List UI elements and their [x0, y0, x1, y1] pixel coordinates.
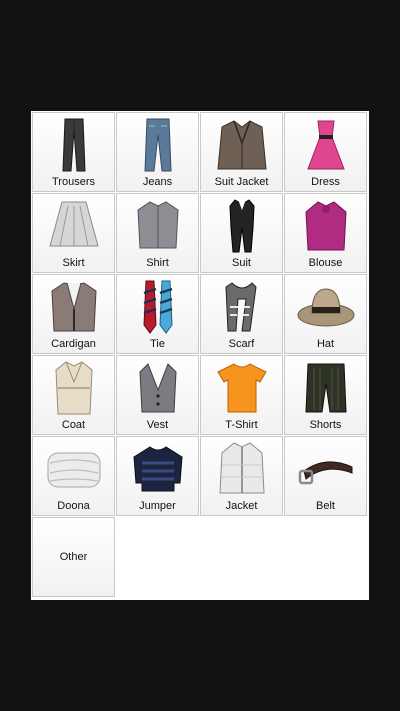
- tile-label: Dress: [311, 176, 340, 188]
- trousers-icon: [62, 118, 86, 172]
- tile-label: Blouse: [308, 257, 343, 269]
- jumper-icon: [133, 446, 183, 492]
- tile-suit[interactable]: Suit: [200, 193, 283, 273]
- tile-trousers[interactable]: Trousers: [32, 112, 115, 192]
- tile-label: Trousers: [52, 176, 95, 188]
- tile-skirt[interactable]: Skirt: [32, 193, 115, 273]
- t-shirt-icon: [217, 363, 267, 413]
- tile-t-shirt[interactable]: T-Shirt: [200, 355, 283, 435]
- tile-label: Suit Jacket: [214, 176, 269, 188]
- tile-doona[interactable]: Doona: [32, 436, 115, 516]
- scarf-icon: [225, 282, 257, 332]
- tile-jeans[interactable]: Jeans: [116, 112, 199, 192]
- shirt-icon: [137, 201, 179, 249]
- tile-label: Skirt: [62, 257, 85, 269]
- tile-shirt[interactable]: Shirt: [116, 193, 199, 273]
- skirt-icon: [49, 201, 99, 247]
- tile-label: Cardigan: [51, 338, 96, 350]
- tile-label: Jumper: [139, 500, 176, 512]
- tile-label: Other: [59, 551, 88, 563]
- doona-icon: [47, 452, 101, 488]
- tile-jacket[interactable]: Jacket: [200, 436, 283, 516]
- belt-icon: [298, 461, 353, 485]
- suit-icon: [229, 199, 255, 253]
- tie-icon: [143, 280, 173, 334]
- coat-icon: [55, 361, 93, 415]
- dress-icon: [307, 120, 345, 170]
- tile-tie[interactable]: Tie: [116, 274, 199, 354]
- hat-icon: [297, 288, 355, 327]
- tile-label: Shirt: [146, 257, 169, 269]
- tile-label: Belt: [316, 500, 335, 512]
- jeans-icon: [144, 118, 172, 172]
- tile-label: Jeans: [142, 176, 173, 188]
- cardigan-icon: [51, 282, 97, 332]
- tile-label: Vest: [146, 419, 169, 431]
- tile-label: Doona: [57, 500, 90, 512]
- tile-cardigan[interactable]: Cardigan: [32, 274, 115, 354]
- tile-label: T-Shirt: [225, 419, 258, 431]
- tile-coat[interactable]: Coat: [32, 355, 115, 435]
- tile-label: Suit: [232, 257, 251, 269]
- vest-icon: [139, 363, 177, 413]
- suit-jacket-icon: [217, 120, 267, 170]
- tile-scarf[interactable]: Scarf: [200, 274, 283, 354]
- tile-label: Jacket: [225, 500, 258, 512]
- tile-label: Shorts: [309, 419, 342, 431]
- clothing-grid: Trousers Jeans Suit Jacket Dress Skirt S…: [32, 112, 367, 597]
- tile-blouse[interactable]: Blouse: [284, 193, 367, 273]
- tile-label: Scarf: [228, 338, 255, 350]
- tile-shorts[interactable]: Shorts: [284, 355, 367, 435]
- jacket-icon: [219, 442, 265, 494]
- tile-dress[interactable]: Dress: [284, 112, 367, 192]
- tile-other[interactable]: Other: [32, 517, 115, 597]
- shorts-icon: [305, 363, 347, 413]
- tile-label: Coat: [61, 419, 86, 431]
- tile-hat[interactable]: Hat: [284, 274, 367, 354]
- tile-vest[interactable]: Vest: [116, 355, 199, 435]
- tile-jumper[interactable]: Jumper: [116, 436, 199, 516]
- blouse-icon: [305, 201, 347, 251]
- tile-label: Hat: [316, 338, 335, 350]
- tile-suit-jacket[interactable]: Suit Jacket: [200, 112, 283, 192]
- tile-label: Tie: [150, 338, 165, 350]
- tile-belt[interactable]: Belt: [284, 436, 367, 516]
- clothing-panel: Trousers Jeans Suit Jacket Dress Skirt S…: [31, 111, 369, 600]
